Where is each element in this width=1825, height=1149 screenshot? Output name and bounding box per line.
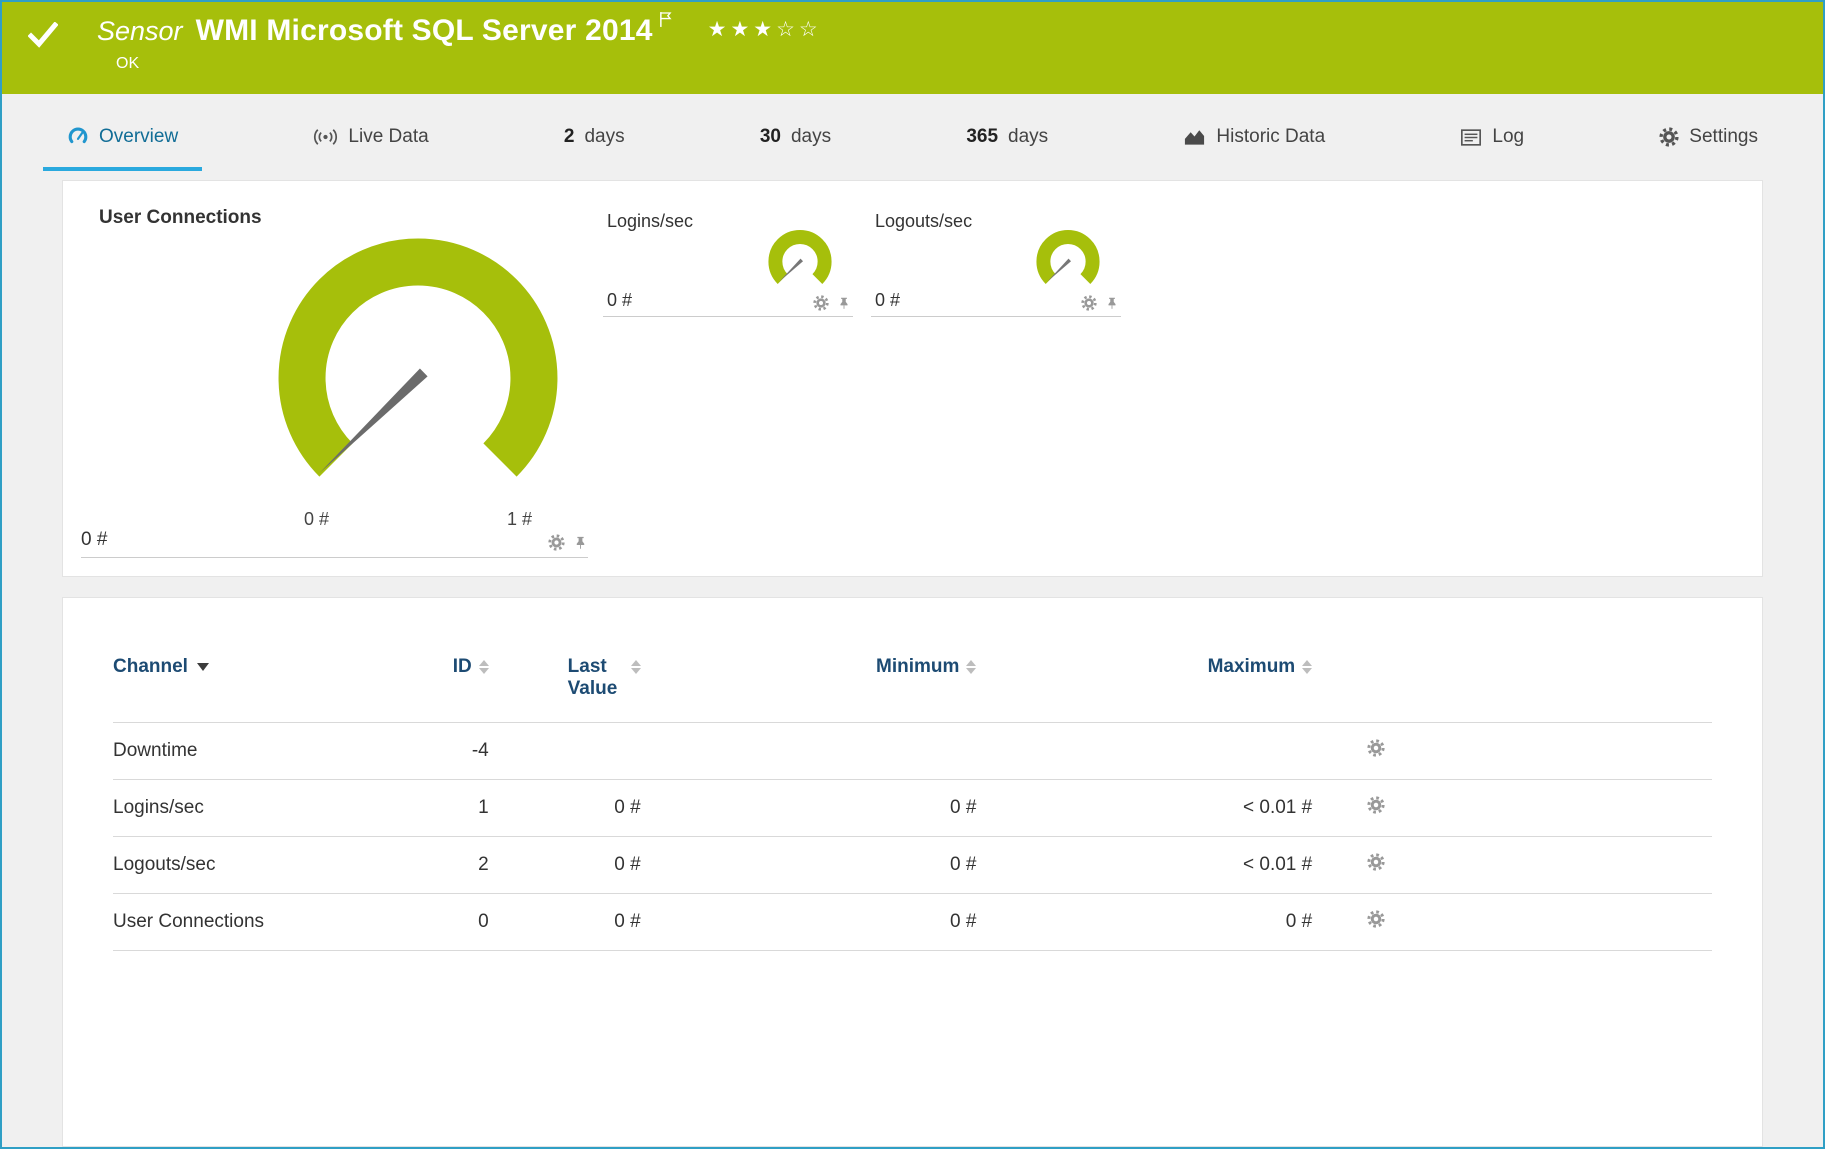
- tab-label: days: [1008, 126, 1049, 147]
- tab-label: days: [584, 126, 625, 147]
- small-gauge-value: 0 #: [607, 290, 633, 310]
- channel-table-panel: Channel ID Last Value Minimum Maximum Do…: [62, 597, 1763, 1147]
- main-gauge-value: 0 #: [81, 529, 108, 550]
- tab-2-days[interactable]: 2 days: [554, 94, 635, 180]
- column-header-channel[interactable]: Channel: [113, 656, 409, 723]
- table-row: Downtime -4: [113, 722, 1712, 780]
- tab-bar: Overview Live Data 2 days 30 days 365 da…: [2, 94, 1823, 180]
- object-kind-label: Sensor: [97, 16, 183, 46]
- tab-label: days: [790, 126, 832, 147]
- sensor-title: WMI Microsoft SQL Server 2014: [195, 14, 653, 47]
- tab-label: Log: [1492, 126, 1525, 147]
- sort-icon[interactable]: [1302, 659, 1313, 674]
- logins-gauge-module: Logins/sec 0 #: [603, 205, 853, 317]
- tab-label: Settings: [1689, 126, 1758, 147]
- tab-30-days[interactable]: 30 days: [750, 94, 841, 180]
- header-text: Sensor WMI Microsoft SQL Server 2014 ★★★…: [97, 2, 1823, 73]
- channel-maximum: < 0.01 #: [976, 779, 1313, 837]
- pin-icon[interactable]: [573, 535, 588, 550]
- gear-icon[interactable]: [548, 534, 565, 551]
- channel-maximum: 0 #: [976, 893, 1313, 951]
- gear-icon[interactable]: [1081, 295, 1097, 311]
- channel-settings-gear-icon[interactable]: [1367, 910, 1385, 928]
- column-header-maximum[interactable]: Maximum: [976, 656, 1313, 723]
- channel-last-value: 0 #: [488, 836, 641, 894]
- user-connections-gauge: [278, 238, 558, 477]
- tab-historic-data[interactable]: Historic Data: [1173, 94, 1335, 180]
- gauge-scale-labels: 0 # 1 #: [248, 509, 588, 530]
- channel-last-value: 0 #: [488, 893, 641, 951]
- table-row: Logouts/sec 2 0 # 0 # < 0.01 #: [113, 836, 1712, 894]
- sort-icon[interactable]: [966, 659, 977, 674]
- sensor-header: Sensor WMI Microsoft SQL Server 2014 ★★★…: [2, 2, 1823, 94]
- tab-overview[interactable]: Overview: [42, 94, 203, 180]
- gauge-scale-max: 1 #: [506, 509, 532, 529]
- table-row: Logins/sec 1 0 # 0 # < 0.01 #: [113, 779, 1712, 837]
- column-label: Minimum: [876, 656, 960, 677]
- channel-last-value: [488, 722, 641, 780]
- channel-table: Channel ID Last Value Minimum Maximum Do…: [113, 656, 1712, 951]
- channel-settings-gear-icon[interactable]: [1367, 739, 1385, 757]
- logouts-gauge: [1036, 230, 1100, 284]
- column-label: ID: [452, 656, 472, 677]
- sort-desc-icon: [196, 662, 209, 671]
- live-signal-icon: [313, 126, 338, 148]
- small-gauge-value: 0 #: [875, 290, 901, 310]
- tab-label: Live Data: [348, 126, 429, 147]
- main-gauge-footer: 0 #: [81, 528, 588, 558]
- channel-maximum: < 0.01 #: [976, 836, 1313, 894]
- tab-number: 2: [563, 126, 575, 147]
- column-header-minimum[interactable]: Minimum: [641, 656, 977, 723]
- logouts-gauge-module: Logouts/sec 0 #: [871, 205, 1121, 317]
- tab-settings[interactable]: Settings: [1649, 94, 1768, 180]
- priority-star-rating[interactable]: ★★★☆☆: [708, 17, 822, 42]
- channel-id: 2: [408, 836, 489, 894]
- table-row: User Connections 0 0 # 0 # 0 #: [113, 893, 1712, 951]
- channel-id: 1: [408, 779, 489, 837]
- sort-icon[interactable]: [630, 659, 641, 674]
- channel-minimum: 0 #: [640, 779, 977, 837]
- tab-label: Historic Data: [1216, 126, 1326, 147]
- overview-gauges-panel: User Connections 0 # 1 # 0 # Logins/sec …: [62, 180, 1763, 577]
- logins-gauge: [768, 230, 832, 284]
- channel-name[interactable]: Downtime: [113, 722, 409, 780]
- log-list-icon: [1460, 128, 1482, 147]
- channel-last-value: 0 #: [488, 779, 641, 837]
- column-header-id[interactable]: ID: [409, 656, 489, 723]
- tab-number: 30: [759, 126, 781, 147]
- column-header-last-value[interactable]: Last Value: [489, 656, 641, 723]
- column-label: Channel: [113, 656, 188, 677]
- gear-icon[interactable]: [813, 295, 829, 311]
- tab-number: 365: [966, 126, 999, 147]
- channel-name[interactable]: Logins/sec: [113, 779, 409, 837]
- tab-log[interactable]: Log: [1450, 94, 1534, 180]
- tab-live-data[interactable]: Live Data: [303, 94, 438, 180]
- status-ok-check-icon: [27, 21, 59, 53]
- tab-label: Overview: [99, 126, 179, 147]
- gear-icon: [1659, 127, 1679, 147]
- channel-minimum: 0 #: [640, 836, 977, 894]
- channel-minimum: 0 #: [640, 893, 977, 951]
- channel-settings-gear-icon[interactable]: [1367, 796, 1385, 814]
- flag-icon: [659, 11, 672, 33]
- column-label: Maximum: [1207, 656, 1296, 677]
- channel-maximum: [976, 722, 1313, 780]
- tab-365-days[interactable]: 365 days: [956, 94, 1058, 180]
- pin-icon[interactable]: [1105, 296, 1119, 310]
- column-label: Last Value: [567, 656, 618, 699]
- channel-minimum: [640, 722, 977, 780]
- sort-icon[interactable]: [478, 659, 489, 674]
- channel-name[interactable]: Logouts/sec: [113, 836, 409, 894]
- sensor-status-text: OK: [116, 55, 140, 72]
- channel-settings-gear-icon[interactable]: [1367, 853, 1385, 871]
- channel-name[interactable]: User Connections: [113, 893, 409, 951]
- channel-id: -4: [408, 722, 489, 780]
- gauge-icon: [67, 126, 89, 148]
- gauge-scale-min: 0 #: [304, 509, 330, 529]
- main-gauge-title: User Connections: [99, 207, 262, 228]
- prtg-sensor-page: Sensor WMI Microsoft SQL Server 2014 ★★★…: [0, 0, 1825, 1149]
- area-chart-icon: [1183, 127, 1206, 147]
- pin-icon[interactable]: [837, 296, 851, 310]
- channel-id: 0: [408, 893, 489, 951]
